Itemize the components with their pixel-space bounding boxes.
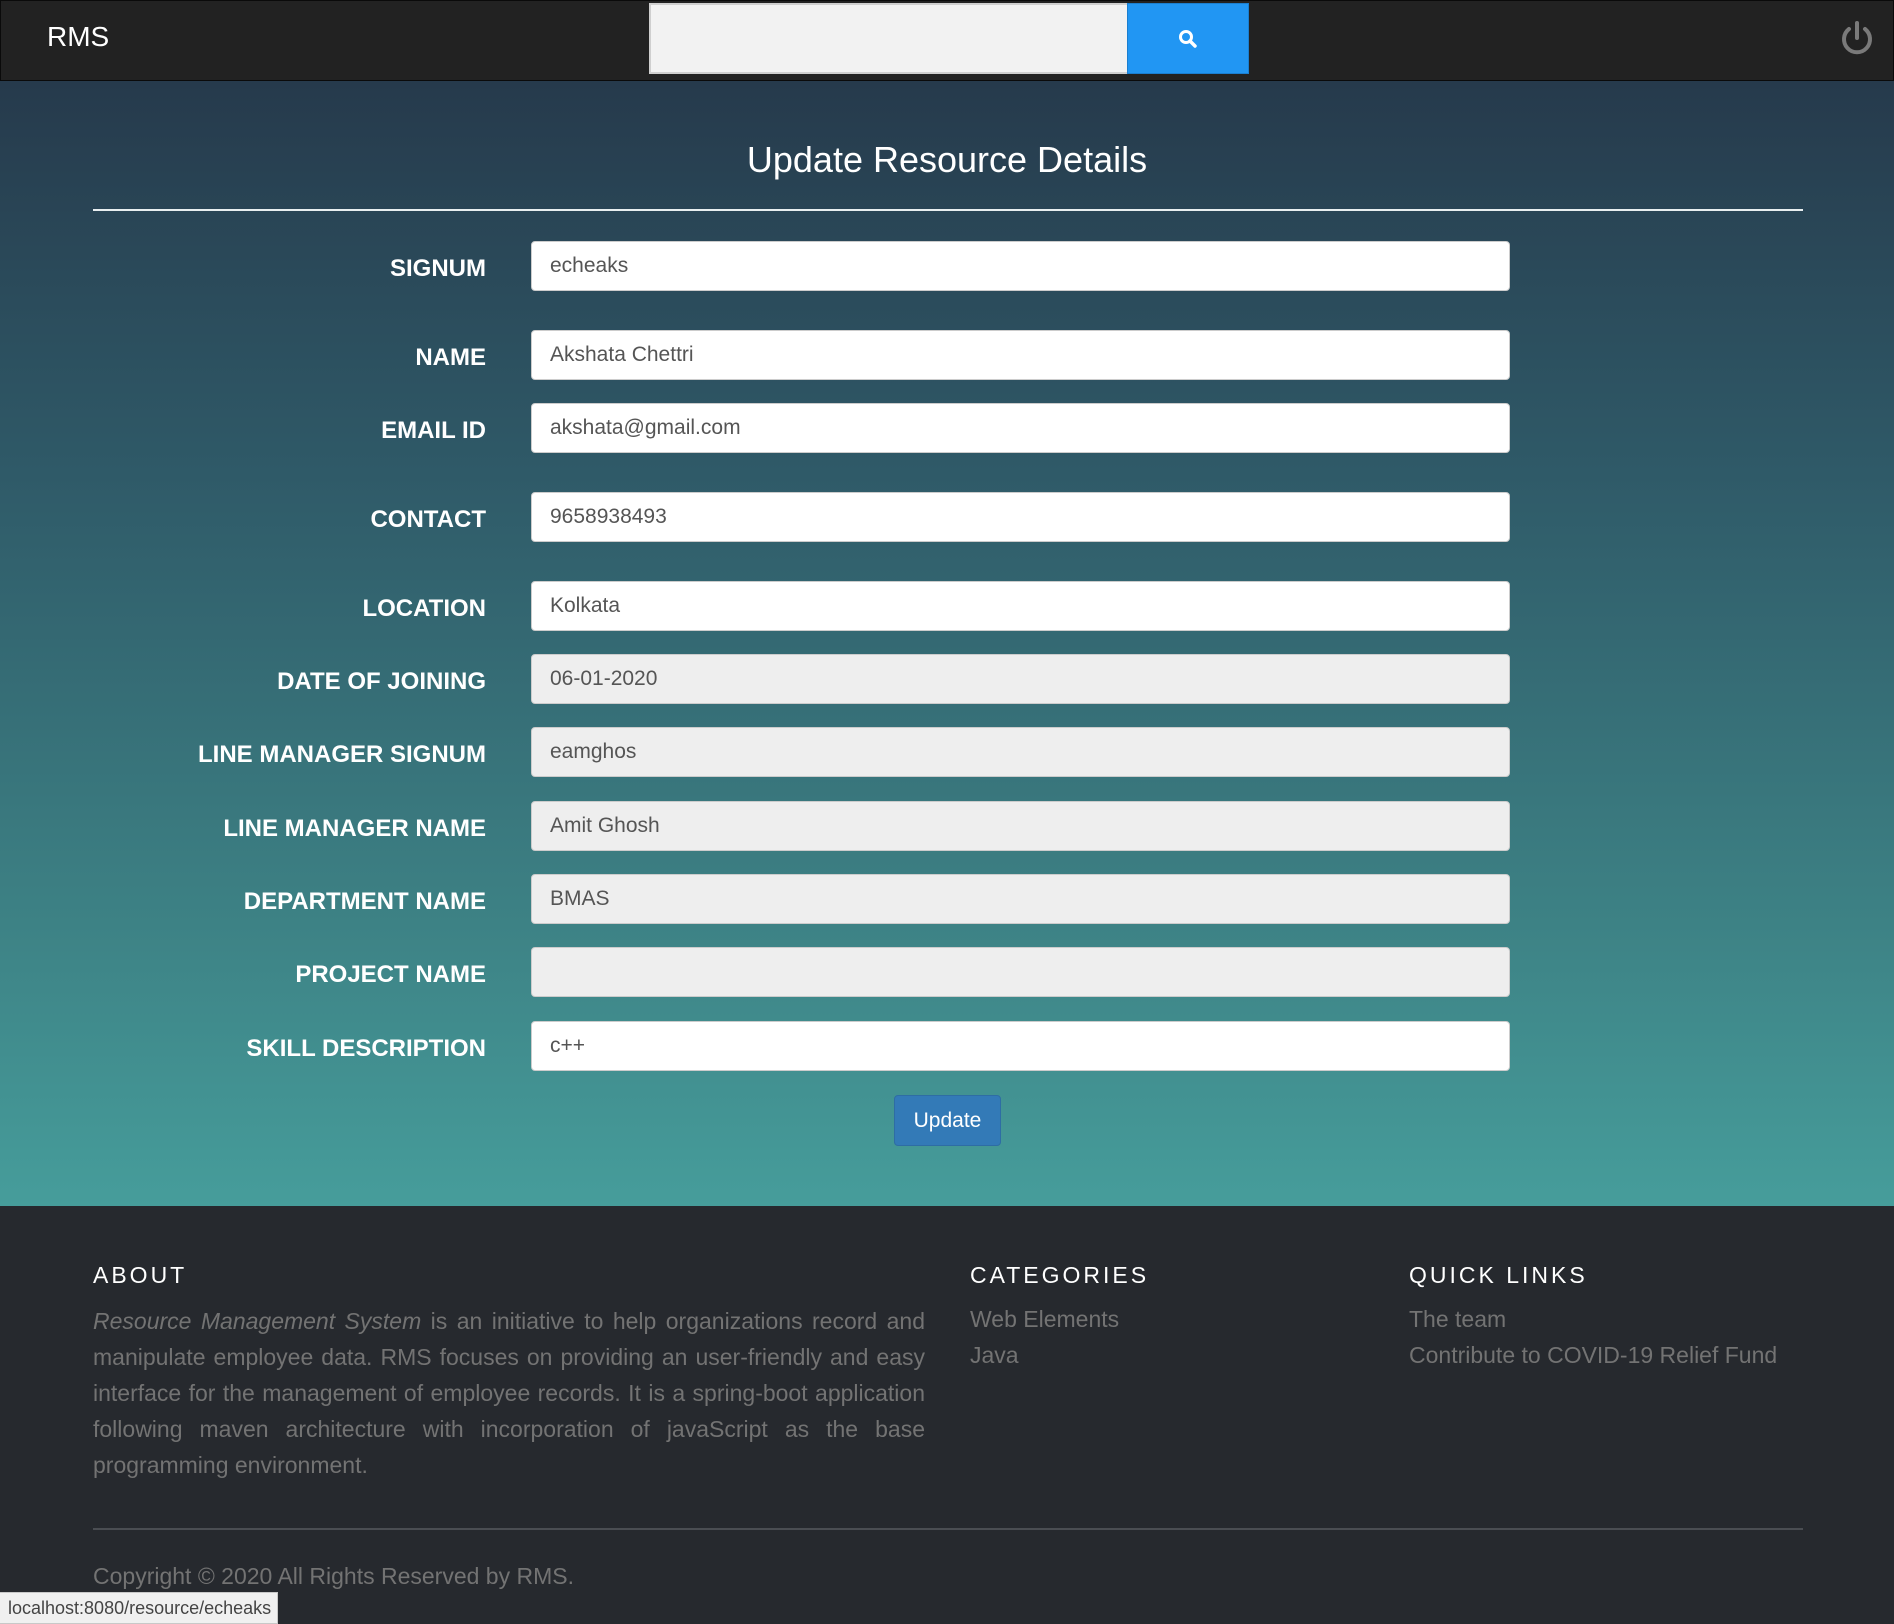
signum-input[interactable] [531, 241, 1510, 291]
top-navbar: RMS [0, 0, 1894, 81]
status-bar-url: localhost:8080/resource/echeaks [0, 1592, 278, 1624]
line-manager-name-input[interactable] [531, 801, 1510, 851]
quick-links-heading: QUICK LINKS [1409, 1262, 1588, 1288]
page-title: Update Resource Details [746, 139, 1148, 180]
footer: ABOUT Resource Management System is an i… [0, 1206, 1894, 1624]
location-label: LOCATION [362, 595, 486, 622]
project-name-label: PROJECT NAME [295, 961, 486, 988]
categories-heading: CATEGORIES [970, 1262, 1150, 1288]
main-content: Update Resource Details SIGNUM NAME EMAI… [0, 81, 1894, 1206]
about-text: Resource Management System is an initiat… [93, 1303, 925, 1483]
signum-label: SIGNUM [390, 255, 486, 282]
copyright-text: Copyright © 2020 All Rights Reserved by … [93, 1563, 574, 1589]
line-manager-signum-input[interactable] [531, 727, 1510, 777]
search-button[interactable] [1127, 3, 1249, 74]
title-divider [93, 209, 1803, 211]
contact-label: CONTACT [370, 506, 486, 533]
department-name-input[interactable] [531, 874, 1510, 924]
line-manager-signum-label: LINE MANAGER SIGNUM [198, 741, 486, 768]
line-manager-name-label: LINE MANAGER NAME [223, 815, 486, 842]
search-input[interactable] [649, 3, 1127, 74]
contact-input[interactable] [531, 492, 1510, 542]
department-name-label: DEPARTMENT NAME [243, 888, 486, 915]
about-emphasis: Resource Management System [93, 1308, 422, 1334]
date-of-joining-label: DATE OF JOINING [277, 668, 486, 695]
location-input[interactable] [531, 581, 1510, 631]
category-link-java[interactable]: Java [970, 1342, 1019, 1369]
skill-description-input[interactable] [531, 1021, 1510, 1071]
quick-link-the-team[interactable]: The team [1409, 1306, 1506, 1333]
brand-logo[interactable]: RMS [47, 21, 109, 53]
name-input[interactable] [531, 330, 1510, 380]
power-icon [1842, 21, 1872, 55]
skill-description-label: SKILL DESCRIPTION [246, 1035, 486, 1062]
footer-divider [93, 1528, 1803, 1530]
email-input[interactable] [531, 403, 1510, 453]
quick-link-covid-relief[interactable]: Contribute to COVID-19 Relief Fund [1409, 1342, 1777, 1369]
name-label: NAME [415, 344, 486, 371]
email-label: EMAIL ID [381, 417, 486, 444]
project-name-input[interactable] [531, 947, 1510, 997]
logout-button[interactable] [1837, 19, 1877, 59]
search-icon [1179, 29, 1197, 48]
update-button[interactable]: Update [894, 1095, 1001, 1146]
about-heading: ABOUT [93, 1262, 188, 1288]
date-of-joining-input[interactable] [531, 654, 1510, 704]
category-link-web-elements[interactable]: Web Elements [970, 1306, 1119, 1333]
